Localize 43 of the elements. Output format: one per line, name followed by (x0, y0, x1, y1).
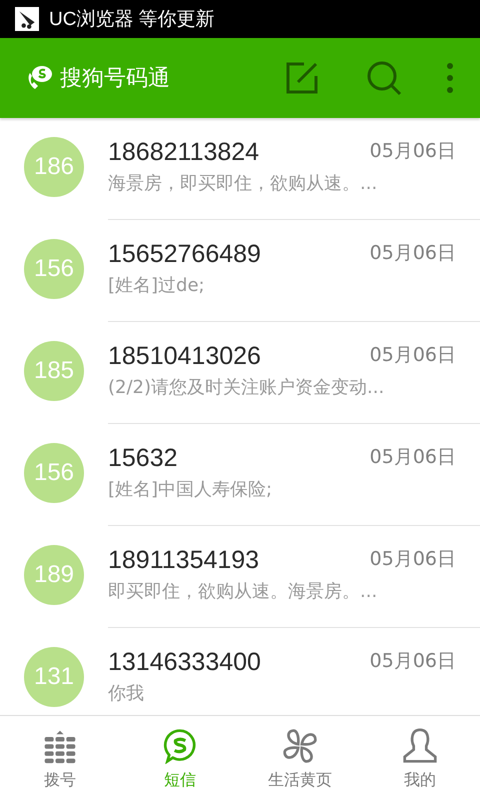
avatar-badge: 131 (24, 647, 84, 707)
message-preview: (2/2)请您及时关注账户资金变动... (108, 376, 386, 399)
avatar-badge: 156 (24, 443, 84, 503)
message-date: 05月06日 (370, 343, 456, 368)
notification-text: UC浏览器 等你更新 (49, 8, 215, 32)
message-date: 05月06日 (370, 445, 456, 470)
message-item[interactable]: 156 15632 05月06日 [姓名]中国人寿保险; (0, 424, 480, 526)
avatar-badge: 189 (24, 545, 84, 605)
clover-icon (282, 728, 318, 764)
avatar-badge: 185 (24, 341, 84, 401)
message-date: 05月06日 (370, 649, 456, 674)
app-notification-icon (15, 7, 39, 31)
message-item[interactable]: 185 18510413026 05月06日 (2/2)请您及时关注账户资金变动... (0, 322, 480, 424)
message-preview: 你我 (108, 682, 145, 705)
message-preview: [姓名]过de; (108, 274, 206, 297)
message-item[interactable]: 189 18911354193 05月06日 即买即住，欲购从速。海景房。... (0, 526, 480, 628)
nav-tab[interactable]: 拨号 (0, 716, 120, 800)
sender-number: 15632 (108, 444, 178, 473)
nav-tab[interactable]: 生活黄页 (240, 716, 360, 800)
message-preview: 海景房，即买即住，欲购从速。... (108, 172, 378, 195)
message-preview: [姓名]中国人寿保险; (108, 478, 274, 501)
person-icon (402, 728, 438, 764)
sender-number: 15652766489 (108, 240, 261, 269)
sms-bubble-icon (162, 728, 198, 764)
nav-tab[interactable]: 我的 (360, 716, 480, 800)
sender-number: 13146333400 (108, 648, 261, 677)
app-title: 搜狗号码通 (60, 65, 170, 93)
avatar-badge: 156 (24, 239, 84, 299)
message-date: 05月06日 (370, 241, 456, 266)
compose-icon[interactable] (284, 60, 320, 96)
sender-number: 18911354193 (108, 546, 260, 575)
message-preview: 即买即住，欲购从速。海景房。... (108, 580, 378, 603)
avatar-badge: 186 (24, 137, 84, 197)
message-item[interactable]: 156 15652766489 05月06日 [姓名]过de; (0, 220, 480, 322)
menu-icon[interactable] (446, 62, 454, 94)
search-icon[interactable] (366, 60, 402, 96)
message-date: 05月06日 (370, 547, 456, 572)
message-item[interactable]: 131 13146333400 05月06日 你我 (0, 628, 480, 715)
message-date: 05月06日 (370, 139, 456, 164)
message-item[interactable]: 186 18682113824 05月06日 海景房，即买即住，欲购从速。... (0, 118, 480, 220)
sender-number: 18682113824 (108, 138, 260, 167)
sender-number: 18510413026 (108, 342, 261, 371)
dialpad-icon (42, 728, 78, 764)
